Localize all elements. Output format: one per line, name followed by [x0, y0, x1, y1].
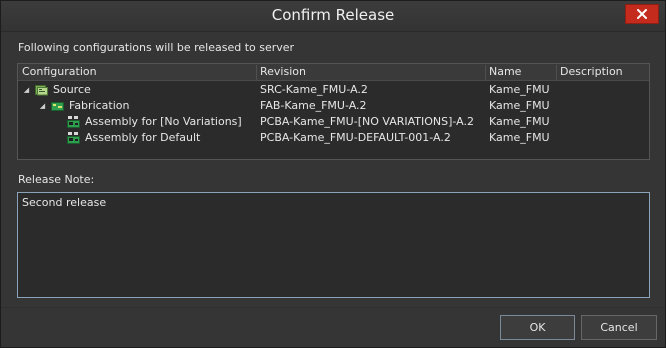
release-note-textarea[interactable]: Second release: [17, 192, 650, 298]
table-row[interactable]: Assembly for [No Variations] PCBA-Kame_F…: [18, 114, 649, 130]
pcb-board-icon: [51, 100, 65, 112]
close-icon: [637, 9, 647, 19]
assembly-icon: [67, 132, 81, 144]
dialog-title: Confirm Release: [271, 6, 395, 24]
configuration-cell: Fabrication: [69, 99, 130, 112]
source-folder-icon: [35, 84, 49, 96]
revision-cell: PCBA-Kame_FMU-DEFAULT-001-A.2: [260, 131, 451, 144]
name-cell: Kame_FMU: [489, 131, 550, 144]
revision-cell: FAB-Kame_FMU-A.2: [260, 99, 367, 112]
expand-toggle-icon[interactable]: ◢: [38, 98, 47, 114]
table-row[interactable]: ◢ Fabrication FAB-Kame_FMU-A.2 Kame_FMU: [18, 98, 649, 114]
grid-header: Configuration Revision Name Description: [18, 64, 649, 81]
release-note-label: Release Note:: [18, 173, 95, 186]
tree-item-source[interactable]: ◢ Source: [22, 82, 91, 98]
configurations-grid[interactable]: Configuration Revision Name Description …: [17, 63, 650, 160]
configuration-cell: Source: [53, 83, 91, 96]
revision-cell: SRC-Kame_FMU-A.2: [260, 83, 368, 96]
name-cell: Kame_FMU: [489, 99, 550, 112]
revision-cell: PCBA-Kame_FMU-[NO VARIATIONS]-A.2: [260, 115, 474, 128]
tree-item-assembly-default[interactable]: Assembly for Default: [67, 130, 200, 146]
name-cell: Kame_FMU: [489, 115, 550, 128]
close-button[interactable]: [625, 4, 659, 24]
expand-toggle-icon[interactable]: ◢: [22, 82, 31, 98]
configuration-cell: Assembly for Default: [85, 131, 201, 144]
tree-item-assembly-no-variations[interactable]: Assembly for [No Variations]: [67, 114, 242, 130]
column-header-revision[interactable]: Revision: [256, 64, 485, 81]
footer-divider: [1, 307, 665, 308]
tree-item-fabrication[interactable]: ◢ Fabrication: [38, 98, 130, 114]
assembly-icon: [67, 116, 81, 128]
confirm-release-dialog: Confirm Release Following configurations…: [0, 0, 666, 348]
table-row[interactable]: Assembly for Default PCBA-Kame_FMU-DEFAU…: [18, 130, 649, 146]
column-header-description[interactable]: Description: [556, 64, 649, 81]
table-row[interactable]: ◢ Source SRC-Kame_FMU-A.2 Kame_FMU: [18, 82, 649, 98]
configuration-cell: Assembly for [No Variations]: [85, 115, 242, 128]
intro-text: Following configurations will be release…: [18, 41, 295, 54]
ok-button[interactable]: OK: [500, 315, 575, 340]
cancel-button[interactable]: Cancel: [581, 315, 657, 340]
column-header-name[interactable]: Name: [485, 64, 556, 81]
name-cell: Kame_FMU: [489, 83, 550, 96]
column-header-configuration[interactable]: Configuration: [18, 64, 256, 81]
title-bar[interactable]: Confirm Release: [1, 1, 665, 32]
